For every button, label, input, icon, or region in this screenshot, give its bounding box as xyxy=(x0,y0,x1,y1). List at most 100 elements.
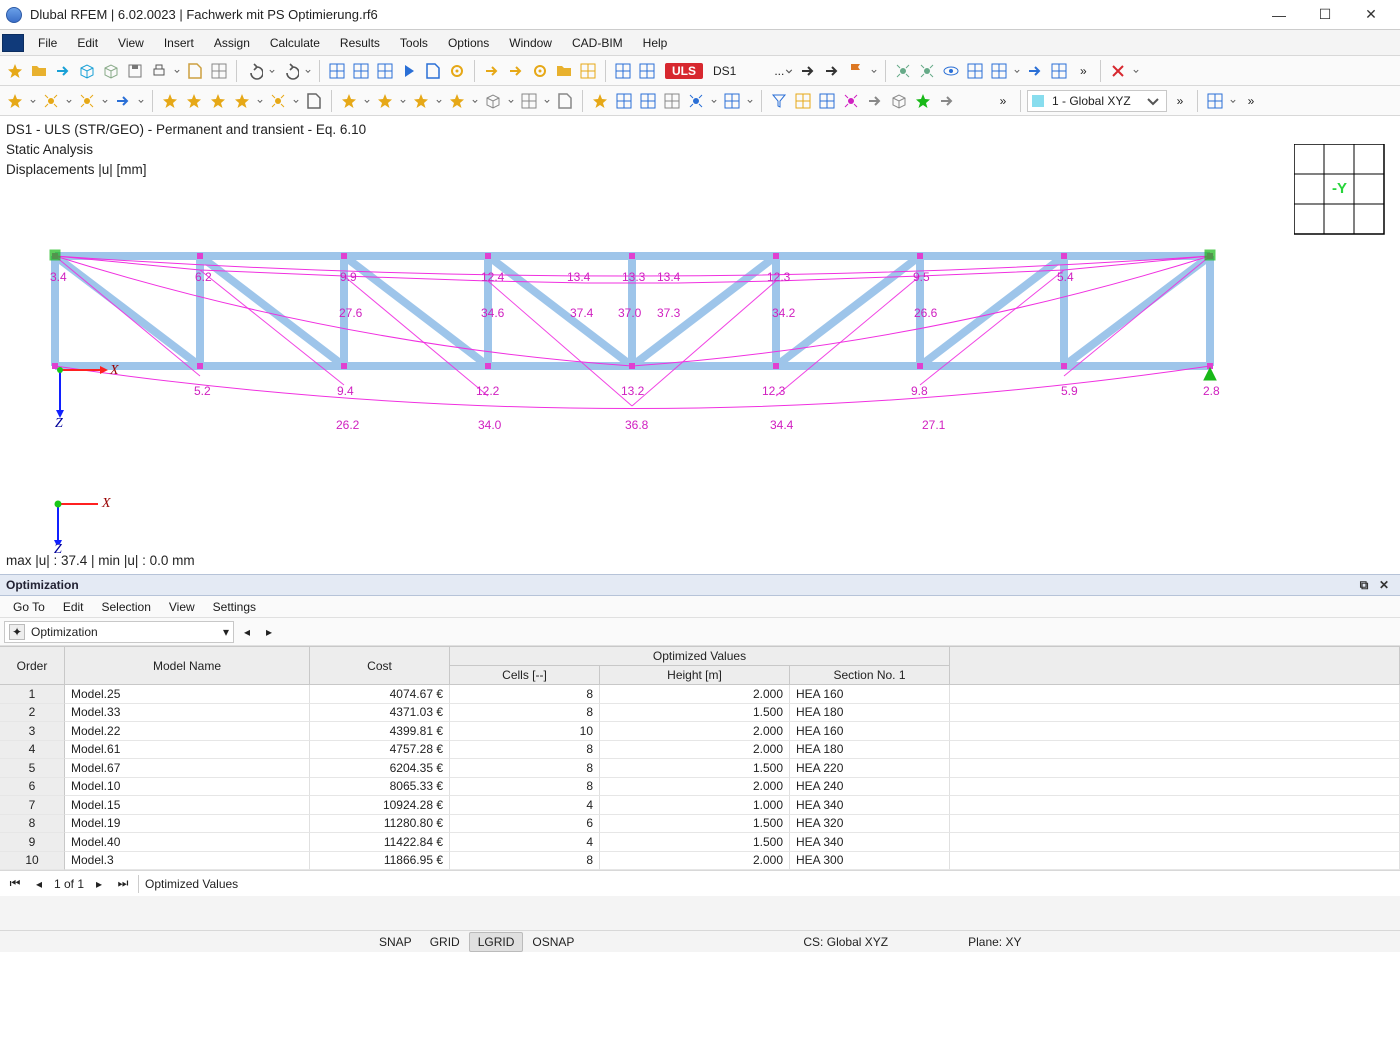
flag-dropdown[interactable] xyxy=(869,60,879,82)
solid-tool-dropdown[interactable] xyxy=(506,90,516,112)
status-lgrid[interactable]: LGRID xyxy=(469,932,524,952)
cell-height[interactable]: 1.000 xyxy=(600,796,790,815)
load-tool-3-dropdown[interactable] xyxy=(470,90,480,112)
cell-section[interactable]: HEA 300 xyxy=(790,852,950,871)
save[interactable] xyxy=(124,60,146,82)
member-tool-2[interactable] xyxy=(207,90,229,112)
combo-icon2[interactable] xyxy=(636,60,658,82)
support[interactable] xyxy=(589,90,611,112)
opening-dropdown[interactable] xyxy=(542,90,552,112)
surface-tool[interactable] xyxy=(267,90,289,112)
node-tool1[interactable] xyxy=(40,90,62,112)
flag[interactable] xyxy=(845,60,867,82)
cell-cost[interactable]: 4074.67 € xyxy=(310,685,450,704)
dim-1[interactable] xyxy=(892,60,914,82)
cell-cost[interactable]: 4757.28 € xyxy=(310,741,450,760)
view-3-dropdown[interactable] xyxy=(1012,60,1022,82)
table-row-order[interactable]: 9 xyxy=(0,833,65,852)
panel-menu-settings[interactable]: Settings xyxy=(204,597,265,617)
cell-model[interactable]: Model.61 xyxy=(65,741,310,760)
cell-model[interactable]: Model.10 xyxy=(65,778,310,797)
load-tool-3[interactable] xyxy=(446,90,468,112)
cell-section[interactable]: HEA 240 xyxy=(790,778,950,797)
table-row-order[interactable]: 10 xyxy=(0,852,65,871)
view-mode2[interactable] xyxy=(816,90,838,112)
menu-edit[interactable]: Edit xyxy=(67,32,108,54)
node-tool2-dropdown[interactable] xyxy=(100,90,110,112)
delete-results-dropdown[interactable] xyxy=(1131,60,1141,82)
minimize-button[interactable]: — xyxy=(1256,0,1302,30)
pager-next[interactable]: ▸ xyxy=(90,875,108,893)
cell-height[interactable]: 2.000 xyxy=(600,685,790,704)
cell-cost[interactable]: 11280.80 € xyxy=(310,815,450,834)
table-row-order[interactable]: 8 xyxy=(0,815,65,834)
node-tool2[interactable] xyxy=(76,90,98,112)
orientation-cube[interactable]: -Y xyxy=(1294,144,1386,236)
table-row-order[interactable]: 7 xyxy=(0,796,65,815)
delete-results[interactable] xyxy=(1107,60,1129,82)
member-tool-3-dropdown[interactable] xyxy=(255,90,265,112)
menu-file[interactable]: File xyxy=(28,32,67,54)
print-dropdown[interactable] xyxy=(172,60,182,82)
script-sc[interactable] xyxy=(422,60,444,82)
green-opt[interactable] xyxy=(912,90,934,112)
panel-undock-button[interactable]: ⧉ xyxy=(1354,576,1374,594)
surface-tool-dropdown[interactable] xyxy=(291,90,301,112)
clipboard[interactable] xyxy=(184,60,206,82)
coord-system-combo[interactable]: 1 - Global XYZ xyxy=(1027,90,1167,112)
panel-category-combo[interactable]: ✦ Optimization ▾ xyxy=(4,621,234,643)
load-tool-2-dropdown[interactable] xyxy=(434,90,444,112)
panel-menu-selection[interactable]: Selection xyxy=(93,597,160,617)
hinge1[interactable] xyxy=(613,90,635,112)
menu-options[interactable]: Options xyxy=(438,32,499,54)
cell-height[interactable]: 2.000 xyxy=(600,722,790,741)
cell-cells[interactable]: 8 xyxy=(450,778,600,797)
cell-model[interactable]: Model.22 xyxy=(65,722,310,741)
nav-prev[interactable] xyxy=(797,60,819,82)
view-1[interactable] xyxy=(940,60,962,82)
cell-section[interactable]: HEA 340 xyxy=(790,833,950,852)
menu-insert[interactable]: Insert xyxy=(154,32,204,54)
cell-model[interactable]: Model.25 xyxy=(65,685,310,704)
recent[interactable] xyxy=(52,60,74,82)
member-tool-0[interactable] xyxy=(159,90,181,112)
cell-cells[interactable]: 8 xyxy=(450,759,600,778)
table-row-order[interactable]: 3 xyxy=(0,722,65,741)
cell-height[interactable]: 1.500 xyxy=(600,759,790,778)
table-3[interactable] xyxy=(374,60,396,82)
select-3[interactable] xyxy=(529,60,551,82)
cell-cells[interactable]: 8 xyxy=(450,685,600,704)
panel-prev-button[interactable]: ◂ xyxy=(238,621,256,643)
panel-menu-go-to[interactable]: Go To xyxy=(4,597,54,617)
design-situation-combo[interactable]: ULSDS1 xyxy=(660,60,771,82)
pager-first[interactable]: ⏮ xyxy=(6,875,24,893)
hinge3[interactable] xyxy=(661,90,683,112)
solid-tool[interactable] xyxy=(482,90,504,112)
menu-cad-bim[interactable]: CAD-BIM xyxy=(562,32,633,54)
copy-tool[interactable] xyxy=(554,90,576,112)
load-tool-0-dropdown[interactable] xyxy=(362,90,372,112)
table-row-order[interactable]: 4 xyxy=(0,741,65,760)
cell-cost[interactable]: 8065.33 € xyxy=(310,778,450,797)
hinge5-dropdown[interactable] xyxy=(745,90,755,112)
app-menu-icon[interactable] xyxy=(2,34,24,52)
table-1[interactable] xyxy=(326,60,348,82)
open-file[interactable] xyxy=(28,60,50,82)
status-snap[interactable]: SNAP xyxy=(370,932,421,952)
view-3[interactable] xyxy=(988,60,1010,82)
dim-2[interactable] xyxy=(916,60,938,82)
status-plane[interactable]: Plane: XY xyxy=(958,933,1031,951)
cell-section[interactable]: HEA 180 xyxy=(790,704,950,723)
select-4[interactable] xyxy=(553,60,575,82)
cell-model[interactable]: Model.3 xyxy=(65,852,310,871)
menu-calculate[interactable]: Calculate xyxy=(260,32,330,54)
cell-cells[interactable]: 6 xyxy=(450,815,600,834)
opening[interactable] xyxy=(518,90,540,112)
panel-menu-view[interactable]: View xyxy=(160,597,204,617)
select-1[interactable] xyxy=(481,60,503,82)
cell-cost[interactable]: 11422.84 € xyxy=(310,833,450,852)
optimization-table[interactable]: OrderModel NameCostOptimized ValuesCells… xyxy=(0,646,1400,870)
letters[interactable] xyxy=(303,90,325,112)
cell-section[interactable]: HEA 340 xyxy=(790,796,950,815)
panel-next-button[interactable]: ▸ xyxy=(260,621,278,643)
